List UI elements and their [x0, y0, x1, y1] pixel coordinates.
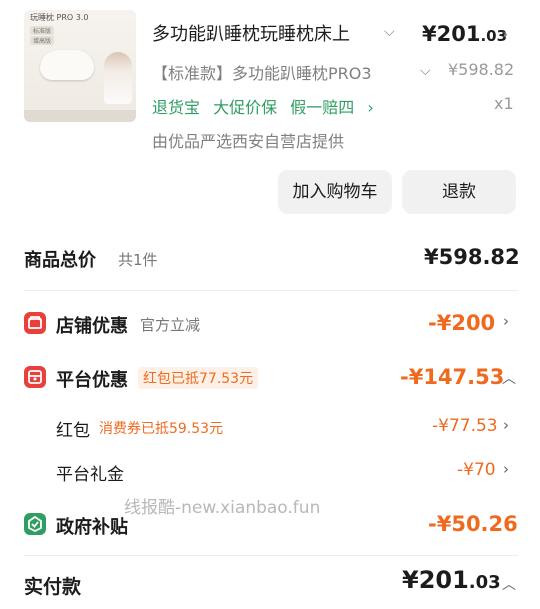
service-tags[interactable]: 退货宝 大促价保 假一赔四 › — [152, 94, 382, 118]
product-title[interactable]: 多功能趴睡枕玩睡枕床上 — [152, 20, 372, 46]
chevron-right-icon[interactable]: › — [503, 416, 509, 434]
platform-icon — [24, 366, 46, 388]
price-integer: ¥201 — [422, 22, 481, 46]
chevron-right-icon: › — [367, 98, 374, 117]
thumbnail-title: 玩睡枕 PRO 3.0 — [30, 13, 89, 22]
product-quantity: x1 — [494, 94, 514, 113]
watermark: 线报酷-new.xianbao.fun — [124, 498, 321, 518]
store-discount-amount[interactable]: -¥200 — [428, 311, 495, 335]
total-count: 共1件 — [118, 251, 158, 269]
platform-discount-badge: 红包已抵77.53元 — [138, 367, 259, 389]
service-tag: 假一赔四 — [290, 98, 355, 117]
product-thumbnail[interactable]: 玩睡枕 PRO 3.0 标准版 增高版 — [24, 10, 136, 122]
add-to-cart-button[interactable]: 加入购物车 — [278, 170, 392, 214]
subsidy-label: 政府补贴 — [56, 517, 128, 538]
payment-decimal: .03 — [468, 572, 501, 593]
thumbnail-strip — [24, 110, 136, 122]
platform-discount-label: 平台优惠 — [56, 370, 128, 391]
service-tag: 退货宝 — [152, 98, 201, 117]
chevron-right-icon[interactable]: › — [503, 312, 509, 330]
chevron-up-icon[interactable]: ︿ — [502, 368, 516, 388]
product-card[interactable]: 玩睡枕 PRO 3.0 标准版 增高版 多功能趴睡枕玩睡枕床上 ⌵ ¥201.0… — [0, 0, 540, 160]
pillow-image — [40, 50, 94, 80]
refund-button[interactable]: 退款 — [402, 170, 516, 214]
subsidy-amount: -¥50.26 — [428, 512, 518, 536]
product-price: ¥201.03 — [422, 22, 507, 46]
subsidy-icon — [24, 513, 46, 535]
store-icon — [24, 312, 46, 334]
chevron-down-icon[interactable]: ⌵ — [420, 63, 431, 79]
thumbnail-tag: 标准版 — [30, 26, 55, 35]
chevron-right-icon[interactable]: › — [502, 25, 508, 43]
seller-info: 由优品严选西安自营店提供 — [152, 132, 345, 151]
product-variant[interactable]: 【标准款】多功能趴睡枕PRO3 — [152, 60, 412, 84]
total-label: 商品总价 — [24, 250, 96, 271]
divider — [24, 555, 518, 556]
platform-discount-amount[interactable]: -¥147.53 — [400, 365, 504, 389]
original-price: ¥598.82 — [448, 60, 515, 79]
model-image — [104, 52, 132, 104]
payment-label: 实付款 — [24, 576, 82, 598]
platform-gift-amount[interactable]: -¥70 — [457, 460, 496, 480]
thumbnail-tag: 增高版 — [30, 36, 55, 45]
store-discount-label: 店铺优惠 — [56, 316, 128, 337]
divider — [24, 290, 518, 291]
platform-gift-label: 平台礼金 — [56, 465, 124, 485]
red-packet-label: 红包 — [56, 421, 90, 441]
chevron-right-icon[interactable]: › — [503, 460, 509, 478]
payment-amount: ¥201.03 — [402, 566, 501, 594]
payment-integer: ¥201 — [402, 566, 469, 594]
red-packet-sub: 消费券已抵59.53元 — [99, 421, 224, 437]
red-packet-amount[interactable]: -¥77.53 — [432, 416, 498, 436]
chevron-down-icon[interactable]: ⌵ — [384, 24, 395, 40]
store-discount-sub: 官方立减 — [140, 316, 201, 334]
service-tag: 大促价保 — [213, 98, 278, 117]
chevron-up-icon[interactable]: ︿ — [502, 574, 516, 594]
total-amount: ¥598.82 — [424, 245, 520, 269]
